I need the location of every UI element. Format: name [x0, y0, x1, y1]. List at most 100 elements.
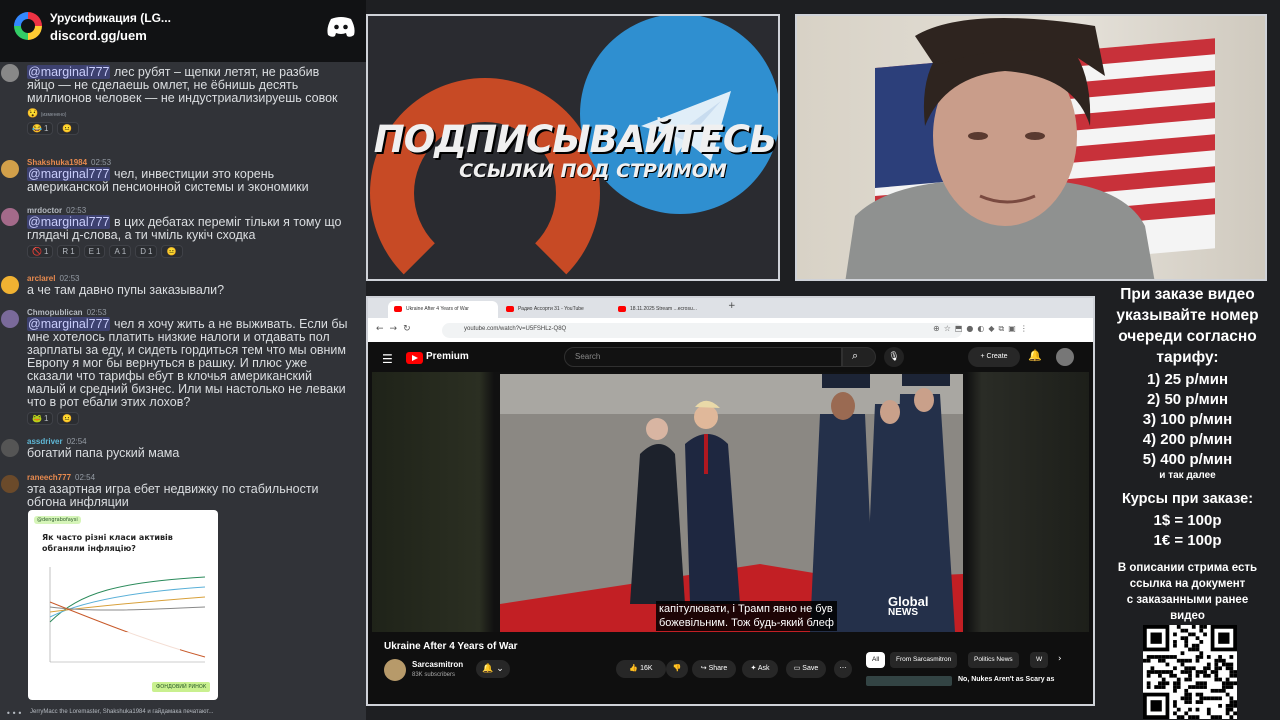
user-mention[interactable]: @marginal777 [27, 215, 111, 229]
user-mention[interactable]: @marginal777 [27, 65, 111, 79]
message-line: эта азартная игра ебет недвижку по стаби… [27, 482, 319, 496]
price-item: 2) 50 р/мин [1146, 391, 1229, 408]
message-text: обгона инфляции [27, 496, 366, 509]
video-subtitles: капітулювати, і Трамп явно не був божеві… [656, 601, 837, 631]
share-label: Share [708, 665, 728, 672]
reaction-emoji-icon: A [114, 247, 120, 256]
reaction-button[interactable]: 😐 [57, 412, 80, 425]
chip-from-channel[interactable]: From Sarcasmitron [890, 652, 958, 668]
create-button[interactable]: + Create [968, 347, 1020, 367]
browser-tab[interactable]: 18.11.2025 Stream ...ecrosu... [612, 301, 722, 318]
discord-logo-icon [327, 17, 355, 37]
video-player[interactable]: капітулювати, і Трамп явно не був божеві… [372, 372, 1089, 632]
browser-tab-active[interactable]: Ukraine After 4 Years of War [388, 301, 498, 318]
user-avatar[interactable] [1, 475, 19, 493]
username[interactable]: mrdoctor 02:53 [27, 206, 86, 215]
server-icon[interactable] [14, 12, 42, 40]
reaction-button[interactable]: 🐸 1 [27, 412, 54, 425]
user-mention[interactable]: @marginal777 [27, 317, 111, 331]
discord-chat-panel: @marginal777 лес рубят – щепки летят, не… [0, 0, 366, 720]
reaction-emoji-icon: 🚫 [32, 247, 42, 256]
search-icon: ⌕ [852, 349, 859, 362]
account-avatar[interactable] [1056, 348, 1074, 366]
username[interactable]: Chmopublican 02:53 [27, 308, 107, 317]
price-item: 5) 400 р/мин [1142, 451, 1233, 468]
desc-line: ссылка на документ [1129, 578, 1246, 590]
user-avatar[interactable] [1, 439, 19, 457]
streamer-person-image [845, 18, 1155, 279]
channel-avatar[interactable] [384, 659, 406, 681]
browser-tab[interactable]: Радио Ассорти 31 - YouTube [500, 301, 610, 318]
reaction-button[interactable]: 🚫 1 [27, 245, 54, 258]
search-input[interactable] [564, 347, 842, 367]
reaction-button[interactable]: 😐 [57, 122, 80, 135]
reaction-count: 1 [121, 247, 127, 256]
server-name: Урусификация (LG... [50, 11, 171, 25]
ask-button[interactable]: ✦ Ask [742, 660, 778, 678]
dislike-button[interactable]: 👎 [666, 660, 688, 678]
reaction-count: 1 [148, 247, 153, 256]
embed-title: Як часто різні класи активів обганяли ін… [42, 533, 173, 553]
microphone-icon[interactable]: 🎙 [884, 347, 904, 367]
reaction-emoji-icon: 🐸 [32, 414, 42, 423]
recommended-thumbnail[interactable] [866, 676, 952, 686]
channel-name[interactable]: Sarcasmitron [412, 660, 463, 669]
message-text: миллионов человек — не индустриализируеш… [27, 92, 366, 105]
reaction-button[interactable]: D1 [135, 245, 158, 258]
search-placeholder: Search [575, 352, 601, 361]
message-line: в цих дебатах переміг тільки я тому що [113, 215, 342, 229]
server-header[interactable]: Урусификация (LG... discord.gg/uem [0, 0, 366, 62]
more-actions-icon[interactable]: ⋯ [834, 660, 852, 678]
chip-more[interactable]: W [1030, 652, 1049, 668]
reaction-button[interactable]: 😐 [161, 245, 184, 258]
url-text[interactable]: youtube.com/watch?v=U5FSHLz-Q8Q [464, 326, 566, 332]
info-line: очереди согласно [1118, 328, 1257, 345]
message-timestamp: 02:53 [66, 206, 87, 215]
youtube-logo-icon[interactable] [406, 352, 423, 364]
username[interactable]: raneech777 02:54 [27, 473, 95, 482]
price-item: 4) 200 р/мин [1142, 431, 1233, 448]
subscription-bell-button[interactable]: 🔔 ⌄ [476, 660, 510, 678]
user-mention[interactable]: @marginal777 [27, 167, 111, 181]
username-text: mrdoctor [27, 206, 63, 215]
username[interactable]: Shakshuka1984 02:53 [27, 158, 111, 167]
share-button[interactable]: ↪ Share [692, 660, 736, 678]
reaction-button[interactable]: A1 [109, 245, 132, 258]
message-timestamp: 02:54 [75, 473, 96, 482]
like-button[interactable]: 👍 16K [616, 660, 666, 678]
new-tab-button[interactable]: + [728, 301, 736, 311]
extension-icons[interactable]: ⊕☆⬒●◐◆⧉▣⋮ [933, 324, 1032, 334]
username[interactable]: arclarel 02:53 [27, 274, 80, 283]
user-avatar[interactable] [1, 310, 19, 328]
user-avatar[interactable] [1, 276, 19, 294]
qr-code-image [1143, 625, 1237, 719]
message-line: чел, инвестиции это корень [113, 167, 275, 181]
hamburger-menu-icon[interactable]: ☰ [382, 352, 393, 366]
username[interactable]: assdriver 02:54 [27, 437, 87, 446]
nav-buttons-icon[interactable]: ←→↻ [376, 324, 417, 334]
video-title: Ukraine After 4 Years of War [384, 641, 518, 652]
reaction-button[interactable]: 😂 1 [27, 122, 54, 135]
server-invite[interactable]: discord.gg/uem [50, 28, 147, 43]
info-line: При заказе видео [1120, 286, 1255, 303]
notifications-bell-icon[interactable]: 🔔 [1028, 349, 1042, 362]
chip-politics-news[interactable]: Politics News [968, 652, 1019, 668]
chat-image-embed[interactable]: @dengrabofaysi Як часто різні класи акти… [28, 510, 218, 700]
youtube-brand[interactable]: Premium [426, 351, 469, 362]
search-button[interactable] [842, 347, 876, 367]
user-avatar[interactable] [1, 64, 19, 82]
reaction-count: 1 [43, 124, 49, 133]
user-avatar[interactable] [1, 160, 19, 178]
save-button[interactable]: ▭ Save [786, 660, 826, 678]
chevron-right-icon[interactable]: › [1058, 654, 1062, 664]
reaction-button[interactable]: E1 [83, 245, 106, 258]
reaction-emoji-icon: 😐 [166, 247, 177, 256]
recommended-title[interactable]: No, Nukes Aren't as Scary as [958, 676, 1054, 683]
message-text: глядачі д-слова, а ти чміль кукіч сходка [27, 229, 366, 242]
edited-note: (изменено) [40, 112, 67, 118]
reactions-row: 🐸 1 😐 [27, 412, 80, 425]
user-avatar[interactable] [1, 208, 19, 226]
reaction-button[interactable]: R1 [57, 245, 80, 258]
chip-all[interactable]: All [866, 652, 886, 668]
embed-handle: @dengrabofaysi [34, 516, 81, 524]
